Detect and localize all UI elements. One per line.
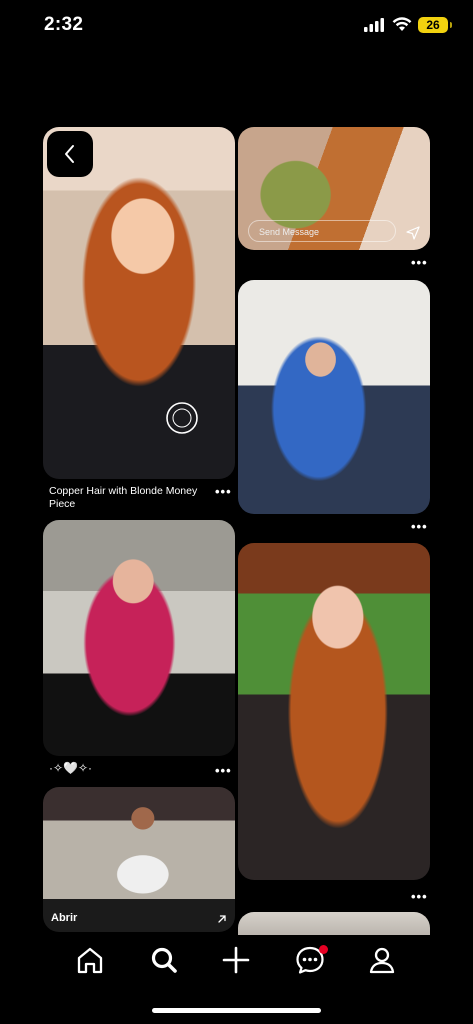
nav-home[interactable] [73, 943, 107, 977]
search-icon [151, 947, 177, 973]
battery-indicator: 26 [418, 17, 452, 33]
status-bar: 2:32 26 [0, 0, 473, 52]
plus-icon [222, 946, 250, 974]
pin-image[interactable] [43, 787, 235, 899]
pin-image[interactable] [238, 543, 430, 880]
pin-image[interactable] [43, 127, 235, 479]
send-icon[interactable] [406, 226, 420, 240]
notification-dot [319, 945, 328, 954]
home-icon [77, 947, 103, 974]
send-message-input[interactable]: Send Message [248, 220, 396, 242]
pin-title[interactable]: Copper Hair with Blonde Money Piece [49, 485, 209, 511]
pin-image[interactable] [43, 520, 235, 756]
profile-icon [369, 947, 395, 974]
chevron-left-icon [65, 145, 74, 163]
promoted-pin[interactable]: Abrir [43, 787, 235, 932]
nav-create[interactable] [219, 943, 253, 977]
external-link-icon[interactable] [217, 914, 227, 924]
more-options-icon[interactable]: ••• [411, 520, 428, 533]
shirt-logo [166, 402, 198, 434]
pin-image[interactable] [238, 280, 430, 514]
nav-messages[interactable] [293, 943, 328, 977]
cellular-signal-icon [364, 18, 384, 32]
home-indicator [152, 1008, 321, 1013]
more-options-icon[interactable]: ••• [411, 890, 428, 903]
status-time: 2:32 [44, 14, 84, 35]
pin-image[interactable]: Send Message [238, 127, 430, 250]
more-options-icon[interactable]: ••• [215, 764, 232, 777]
nav-profile[interactable] [365, 943, 399, 977]
back-button[interactable] [47, 131, 93, 177]
more-options-icon[interactable]: ••• [215, 485, 232, 498]
pin-title[interactable]: ·✧🤍✧· [49, 762, 92, 775]
more-options-icon[interactable]: ••• [411, 256, 428, 269]
wifi-icon [392, 17, 412, 31]
open-link-label[interactable]: Abrir [51, 912, 77, 924]
nav-search[interactable] [147, 943, 181, 977]
